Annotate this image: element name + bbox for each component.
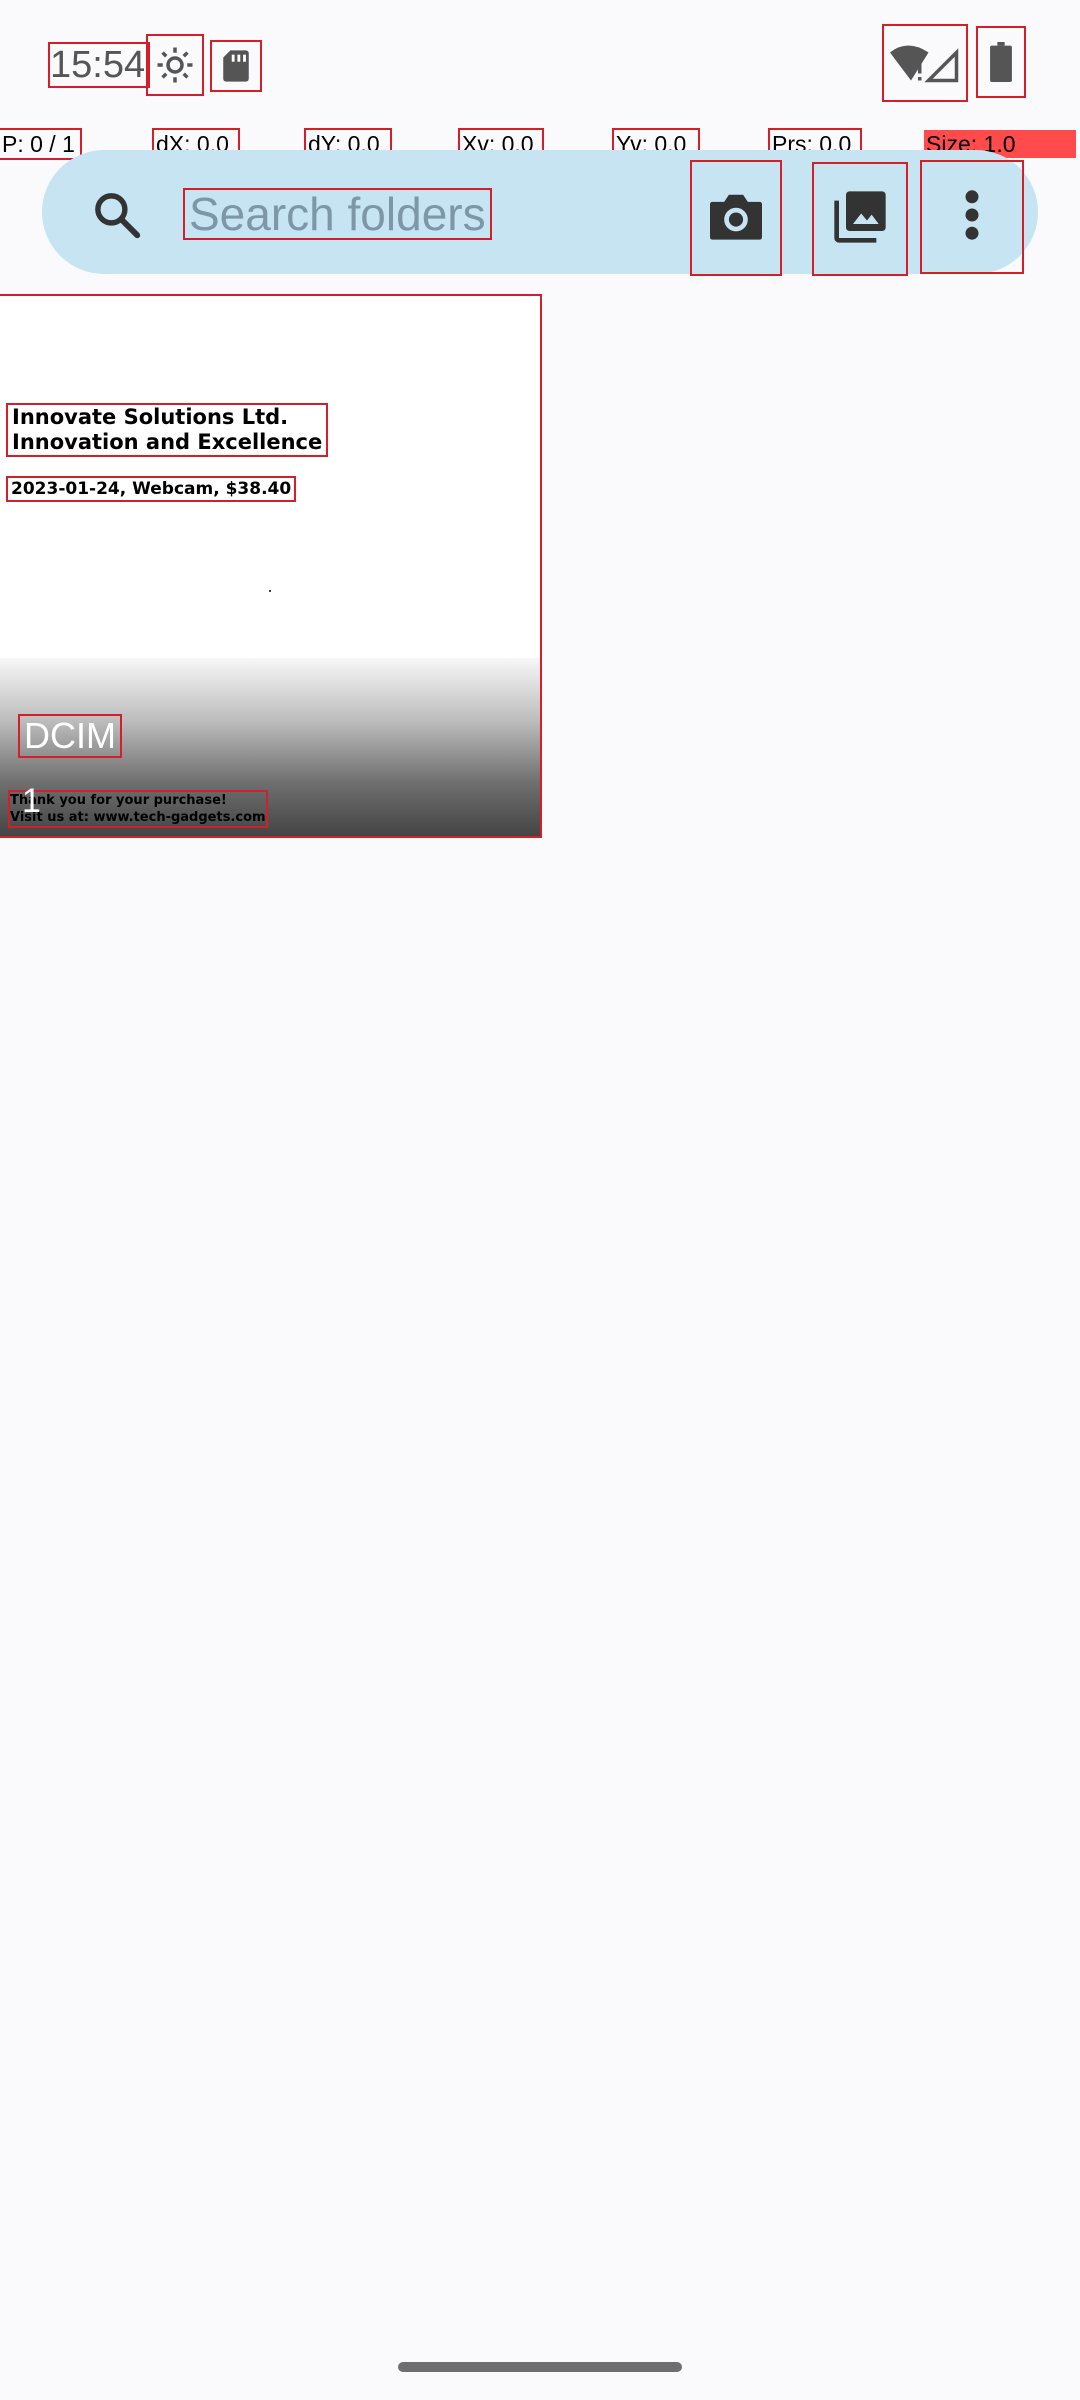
search-icon[interactable] bbox=[82, 180, 152, 250]
receipt-title-line2: Innovation and Excellence bbox=[12, 430, 323, 454]
camera-icon bbox=[707, 190, 765, 247]
debug-pointer-count: P: 0 / 1 bbox=[0, 128, 82, 160]
receipt-footer-line1: Thank you for your purchase! bbox=[10, 793, 227, 808]
receipt-footer: Thank you for your purchase! Visit us at… bbox=[8, 790, 268, 828]
more-vert-icon bbox=[964, 189, 980, 246]
settings-gear-icon bbox=[146, 34, 204, 96]
receipt-footer-line2: Visit us at: www.tech-gadgets.com bbox=[10, 810, 266, 825]
battery-icon bbox=[976, 26, 1026, 98]
receipt-title-line1: Innovate Solutions Ltd. bbox=[12, 405, 289, 429]
receipt-date-line: 2023-01-24, Webcam, $38.40 bbox=[5, 476, 297, 502]
search-input[interactable]: Search folders bbox=[183, 188, 492, 240]
sd-card-icon bbox=[210, 40, 262, 92]
wifi-alert-icon bbox=[882, 24, 968, 102]
receipt-company-title: Innovate Solutions Ltd. Innovation and E… bbox=[5, 403, 329, 457]
folder-name: DCIM bbox=[18, 714, 122, 758]
gallery-button[interactable] bbox=[812, 162, 908, 276]
camera-button[interactable] bbox=[690, 160, 782, 276]
gesture-nav-handle[interactable] bbox=[398, 2362, 682, 2372]
more-options-button[interactable] bbox=[920, 160, 1024, 274]
status-bar: 15:54 bbox=[0, 0, 1080, 130]
receipt-dot bbox=[269, 590, 271, 592]
status-time: 15:54 bbox=[48, 42, 150, 88]
photo-library-icon bbox=[832, 189, 888, 250]
folder-item-count: 1 bbox=[22, 782, 41, 820]
